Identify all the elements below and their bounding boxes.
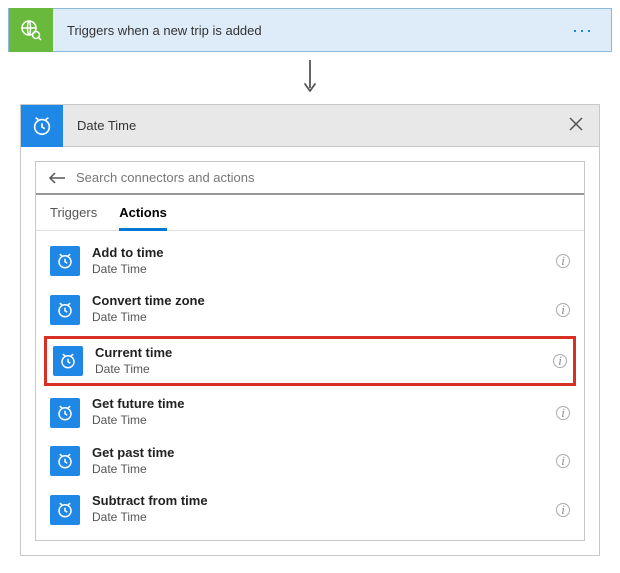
back-arrow-icon[interactable] [48, 171, 66, 185]
panel-body: Triggers Actions Add to time Date Time i [21, 147, 599, 555]
action-title: Subtract from time [92, 493, 544, 510]
action-current-time[interactable]: Current time Date Time i [47, 339, 573, 383]
trigger-title: Triggers when a new trip is added [67, 23, 564, 38]
info-icon[interactable]: i [556, 503, 570, 517]
action-subtract-from-time[interactable]: Subtract from time Date Time i [36, 485, 584, 533]
info-icon[interactable]: i [556, 254, 570, 268]
clock-icon [21, 105, 63, 147]
more-icon[interactable]: ··· [564, 16, 601, 45]
close-icon[interactable] [565, 113, 587, 138]
action-text: Current time Date Time [95, 345, 541, 377]
action-subtitle: Date Time [95, 362, 541, 378]
action-convert-time-zone[interactable]: Convert time zone Date Time i [36, 285, 584, 333]
search-input[interactable] [76, 170, 572, 185]
panel-header: Date Time [21, 105, 599, 147]
clock-icon [50, 398, 80, 428]
action-text: Subtract from time Date Time [92, 493, 544, 525]
info-icon[interactable]: i [556, 303, 570, 317]
clock-icon [50, 446, 80, 476]
flow-arrow-icon [8, 52, 612, 104]
info-icon[interactable]: i [556, 406, 570, 420]
action-panel: Date Time Triggers Actions [20, 104, 600, 556]
action-title: Add to time [92, 245, 544, 262]
action-subtitle: Date Time [92, 462, 544, 478]
action-title: Current time [95, 345, 541, 362]
action-add-to-time[interactable]: Add to time Date Time i [36, 237, 584, 285]
tabs: Triggers Actions [36, 195, 584, 231]
action-subtitle: Date Time [92, 510, 544, 526]
action-text: Convert time zone Date Time [92, 293, 544, 325]
globe-search-icon [9, 8, 53, 52]
trigger-card[interactable]: Triggers when a new trip is added ··· [8, 8, 612, 52]
tab-actions[interactable]: Actions [119, 205, 167, 231]
action-get-future-time[interactable]: Get future time Date Time i [36, 388, 584, 436]
action-text: Get past time Date Time [92, 445, 544, 477]
info-icon[interactable]: i [556, 454, 570, 468]
action-title: Convert time zone [92, 293, 544, 310]
search-row [36, 162, 584, 195]
clock-icon [50, 495, 80, 525]
clock-icon [50, 246, 80, 276]
action-subtitle: Date Time [92, 262, 544, 278]
inner-box: Triggers Actions Add to time Date Time i [35, 161, 585, 541]
tab-triggers[interactable]: Triggers [50, 205, 97, 230]
action-get-past-time[interactable]: Get past time Date Time i [36, 437, 584, 485]
action-text: Add to time Date Time [92, 245, 544, 277]
action-text: Get future time Date Time [92, 396, 544, 428]
clock-icon [53, 346, 83, 376]
panel-title: Date Time [77, 118, 565, 133]
action-title: Get future time [92, 396, 544, 413]
info-icon[interactable]: i [553, 354, 567, 368]
highlight-box: Current time Date Time i [44, 336, 576, 386]
action-subtitle: Date Time [92, 413, 544, 429]
action-subtitle: Date Time [92, 310, 544, 326]
clock-icon [50, 295, 80, 325]
action-title: Get past time [92, 445, 544, 462]
action-list: Add to time Date Time i Convert time zon… [36, 231, 584, 540]
